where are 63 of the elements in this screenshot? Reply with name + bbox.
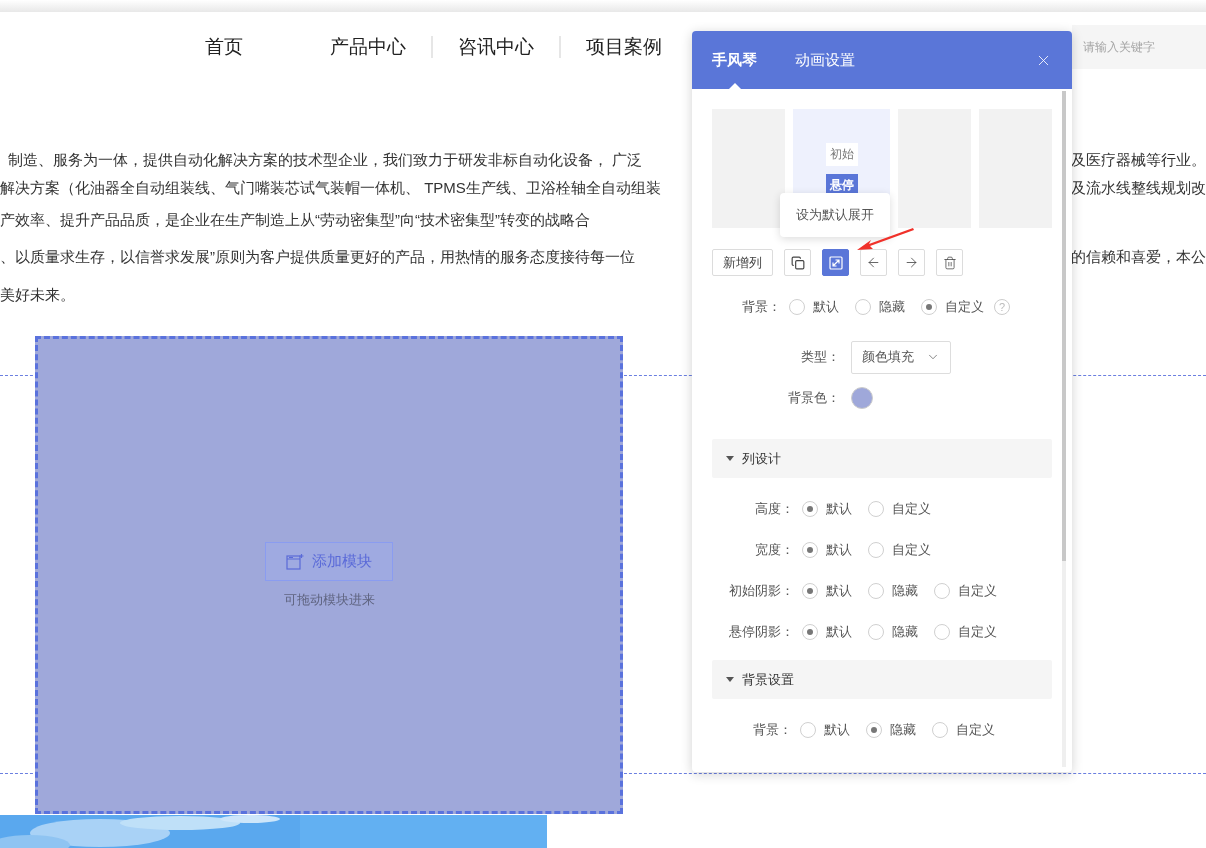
field-label: 背景： [741, 298, 781, 316]
expand-button[interactable] [822, 249, 849, 276]
nav-link[interactable]: 首页 [205, 36, 305, 58]
nav-link[interactable]: 项目案例 [559, 36, 687, 58]
paragraph-text: 、以质量求生存，以信誉求发展”原则为客户提供质量更好的产品，用热情的服务态度接待每一位 [0, 247, 636, 267]
paragraph-text: 美好未来。 [0, 285, 76, 305]
field-label: 背景色： [787, 389, 840, 407]
scrollbar-thumb[interactable] [1062, 91, 1066, 561]
radio-option[interactable]: 自定义 [932, 720, 995, 739]
field-label: 悬停阴影： [728, 622, 794, 641]
copy-icon [790, 255, 805, 270]
add-window-icon [286, 552, 304, 570]
radio-option[interactable]: 自定义 [921, 298, 984, 316]
nav-link[interactable]: 咨讯中心 [431, 36, 559, 58]
paragraph-text: 的信赖和喜爱，本公 [1071, 247, 1206, 267]
caret-icon [726, 677, 734, 682]
field-label: 高度： [754, 499, 794, 518]
type-dropdown[interactable]: 颜色填充 [851, 340, 951, 374]
delete-button[interactable] [936, 249, 963, 276]
add-column-button[interactable]: 新增列 [712, 249, 773, 276]
paragraph-text: 产效率、提升产品品质，是企业在生产制造上从“劳动密集型”向“技术密集型”转变的战略合 [0, 210, 591, 230]
radio-option[interactable]: 默认 [802, 622, 852, 641]
color-swatch[interactable] [851, 387, 873, 409]
radio-option[interactable]: 隐藏 [868, 581, 918, 600]
paragraph-text: 及流水线整线规划改 [1071, 178, 1206, 198]
radio-option[interactable]: 默认 [802, 581, 852, 600]
panel-tab[interactable]: 手风琴 [712, 31, 757, 89]
radio-option[interactable]: 默认 [800, 720, 850, 739]
paragraph-text: 解决方案（化油器全自动组装线、气门嘴装芯试气装帽一体机、 TPMS生产线、卫浴栓轴全自动组装 [0, 178, 662, 198]
expand-icon [828, 255, 843, 270]
radio-option[interactable]: 自定义 [934, 581, 997, 600]
paragraph-text: 及医疗器械等行业。 [1071, 150, 1206, 170]
column-thumbnail[interactable] [898, 109, 971, 228]
section-header[interactable]: 背景设置 [712, 660, 1052, 699]
pointer-arrow [855, 226, 915, 253]
radio-option[interactable]: 隐藏 [855, 298, 905, 316]
radio-option[interactable]: 隐藏 [866, 720, 916, 739]
copy-button[interactable] [784, 249, 811, 276]
tooltip: 设为默认展开 [780, 193, 890, 237]
radio-option[interactable]: 自定义 [934, 622, 997, 641]
field-label: 背景： [752, 720, 792, 739]
section-header[interactable]: 列设计 [712, 439, 1052, 478]
caret-icon [726, 456, 734, 461]
radio-option[interactable]: 自定义 [868, 540, 931, 559]
radio-option[interactable]: 自定义 [868, 499, 931, 518]
radio-option[interactable]: 默认 [789, 298, 839, 316]
trash-icon [942, 255, 957, 270]
move-right-button[interactable] [898, 249, 925, 276]
nav-link[interactable]: 产品中心 [305, 36, 431, 58]
search-field[interactable]: 请输入关键字 [1072, 25, 1206, 69]
field-label: 初始阴影： [728, 581, 794, 600]
move-left-button[interactable] [860, 249, 887, 276]
drop-hint-text: 可拖动模块进来 [283, 590, 375, 609]
radio-option[interactable]: 隐藏 [868, 622, 918, 641]
state-chip[interactable]: 初始 [825, 143, 858, 166]
paragraph-text: 制造、服务为一体，提供自动化解决方案的技术型企业，我们致力于研发非标自动化设备， 广泛 [7, 150, 644, 170]
column-thumbnail[interactable] [712, 109, 785, 228]
radio-option[interactable]: 默认 [802, 540, 852, 559]
field-label: 类型： [800, 348, 840, 366]
field-label: 宽度： [754, 540, 794, 559]
radio-option[interactable]: 默认 [802, 499, 852, 518]
panel-tab[interactable]: 动画设置 [795, 31, 855, 89]
arrow-right-icon [904, 255, 919, 270]
